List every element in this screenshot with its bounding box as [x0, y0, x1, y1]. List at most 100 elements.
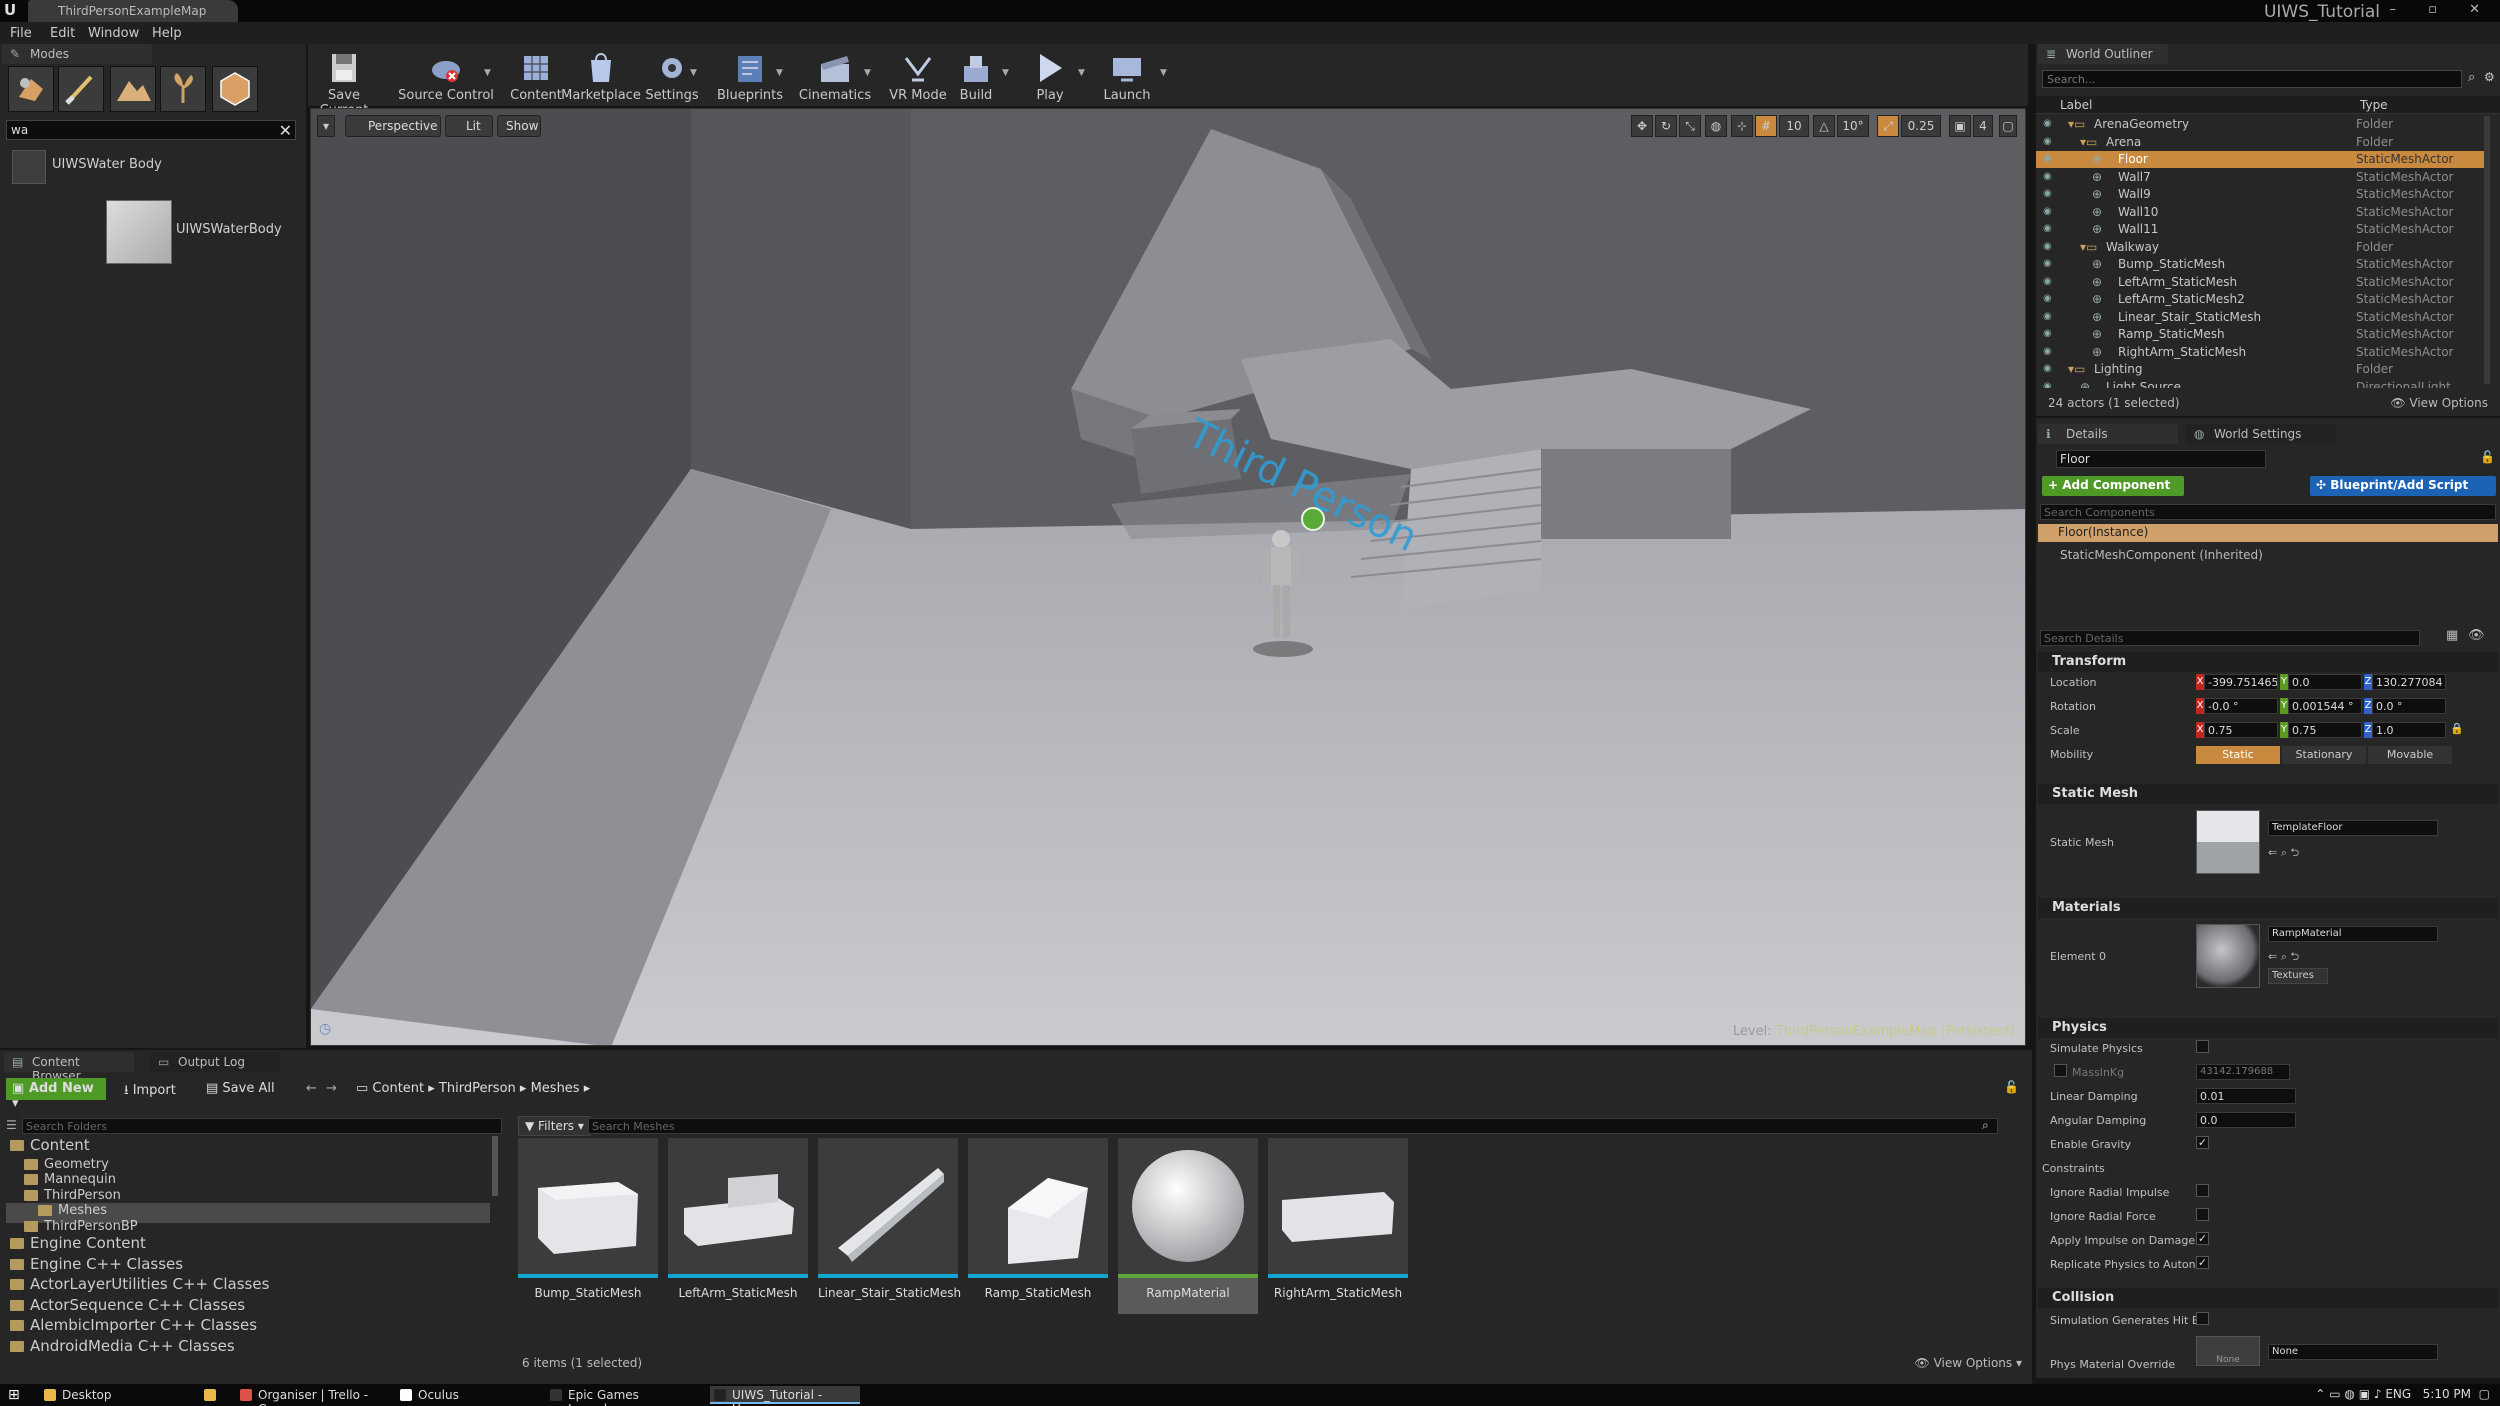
rotation-snap-value[interactable]: 10°: [1837, 115, 1869, 137]
camera-speed-icon[interactable]: ▣: [1949, 115, 1971, 137]
property-matrix-icon[interactable]: ▦: [2446, 628, 2458, 643]
visibility-eye-icon[interactable]: ◉: [2043, 328, 2052, 339]
outliner-row[interactable]: ◉ ▾▭ Lighting Folder: [2036, 361, 2484, 378]
visibility-eye-icon[interactable]: ◉: [2043, 153, 2052, 164]
visibility-eye-icon[interactable]: ◉: [2043, 136, 2052, 147]
breadcrumb-thirdperson[interactable]: ThirdPerson: [439, 1081, 516, 1096]
ignore-radial-impulse-checkbox[interactable]: [2196, 1184, 2209, 1197]
taskbar-app[interactable]: [200, 1386, 228, 1404]
folder-tree-item[interactable]: AlembicImporter C++ Classes: [6, 1316, 490, 1336]
outliner-row[interactable]: ◉ ⊕ LeftArm_StaticMesh2 StaticMeshActor: [2036, 291, 2484, 308]
visibility-eye-icon[interactable]: ◉: [2043, 293, 2052, 304]
constraints-label[interactable]: Constraints: [2042, 1162, 2105, 1175]
mass-field[interactable]: 43142.179688: [2196, 1064, 2290, 1080]
search-components-input[interactable]: Search Components: [2040, 504, 2496, 520]
folder-tree-item[interactable]: ActorLayerUtilities C++ Classes: [6, 1275, 490, 1295]
location-y-field[interactable]: 0.0: [2288, 674, 2362, 690]
history-forward-icon[interactable]: →: [320, 1078, 343, 1100]
menu-edit[interactable]: Edit: [50, 26, 75, 41]
rotation-y-field[interactable]: 0.001544 °: [2288, 698, 2362, 714]
visibility-eye-icon[interactable]: ◉: [2043, 188, 2052, 199]
play-button[interactable]: Play: [1020, 44, 1080, 106]
phys-material-thumbnail[interactable]: None: [2196, 1336, 2260, 1366]
outliner-row[interactable]: ◉ ▾▭ Arena Folder: [2036, 134, 2484, 151]
tray-icons[interactable]: ⌃ ▭ ◍ ▣ ♪: [2315, 1387, 2385, 1401]
tray-clock[interactable]: 5:10 PM: [2423, 1387, 2471, 1401]
static-mesh-thumbnail[interactable]: [2196, 810, 2260, 874]
angular-damping-field[interactable]: 0.0: [2196, 1112, 2296, 1128]
add-component-button[interactable]: + Add Component: [2042, 476, 2184, 496]
blueprints-dropdown-icon[interactable]: ▼: [776, 68, 783, 78]
apply-impulse-checkbox[interactable]: ✓: [2196, 1232, 2209, 1245]
rotation-label[interactable]: Rotation: [2050, 700, 2096, 713]
outliner-row[interactable]: ◉ ⊕ Wall7 StaticMeshActor: [2036, 169, 2484, 186]
visibility-eye-icon[interactable]: ◉: [2043, 258, 2052, 269]
search-details-input[interactable]: Search Details: [2040, 630, 2420, 646]
material-dropdown[interactable]: RampMaterial: [2268, 926, 2438, 942]
mobility-static-button[interactable]: Static: [2196, 746, 2280, 764]
window-controls[interactable]: – ▫ ✕: [2390, 2, 2494, 17]
outliner-row[interactable]: ◉ ▾▭ Walkway Folder: [2036, 239, 2484, 256]
taskbar-app[interactable]: UIWS_Tutorial - Unrea...: [710, 1386, 860, 1406]
camera-speed-value[interactable]: 4: [1973, 115, 1993, 137]
tab-content-browser[interactable]: ▤ Content Browser: [4, 1052, 134, 1083]
outliner-scrollbar[interactable]: [2484, 116, 2490, 384]
static-mesh-asset-tile[interactable]: RightArm_StaticMesh: [1268, 1138, 1408, 1314]
mobility-stationary-button[interactable]: Stationary: [2282, 746, 2366, 764]
import-button[interactable]: ⭳ Import: [118, 1078, 182, 1100]
physics-section-header[interactable]: Physics: [2038, 1018, 2498, 1038]
foliage-mode-button[interactable]: [160, 66, 206, 112]
enable-gravity-checkbox[interactable]: ✓: [2196, 1136, 2209, 1149]
viewport-options-icon[interactable]: ▾: [317, 115, 335, 137]
folder-tree-item[interactable]: Engine Content: [6, 1234, 490, 1254]
build-button[interactable]: Build: [948, 44, 1004, 106]
rotation-x-field[interactable]: -0.0 °: [2204, 698, 2278, 714]
menu-help[interactable]: Help: [152, 26, 182, 41]
taskbar-app[interactable]: Desktop: [40, 1386, 180, 1404]
column-type[interactable]: Type: [2360, 98, 2388, 112]
replicate-physics-checkbox[interactable]: ✓: [2196, 1256, 2209, 1269]
folder-tree-item[interactable]: Engine C++ Classes: [6, 1255, 490, 1275]
water-body-item-label[interactable]: UIWSWater Body: [52, 157, 162, 172]
visibility-eye-icon[interactable]: ◉: [2043, 276, 2052, 287]
launch-button[interactable]: Launch: [1094, 44, 1160, 106]
static-mesh-browse-icons[interactable]: ⇐ ⌕ ⮌: [2268, 844, 2299, 863]
scale-snap-icon[interactable]: ⤢: [1877, 115, 1899, 137]
outliner-row[interactable]: ◉ ▾▭ ArenaGeometry Folder: [2036, 116, 2484, 133]
lock-icon[interactable]: 🔓: [2480, 450, 2495, 464]
static-mesh-asset-tile[interactable]: Bump_StaticMesh: [518, 1138, 658, 1314]
location-z-field[interactable]: 130.277084: [2372, 674, 2446, 690]
tab-world-outliner[interactable]: ≣ World Outliner: [2038, 44, 2168, 64]
visibility-eye-icon[interactable]: ◉: [2043, 223, 2052, 234]
menu-window[interactable]: Window: [88, 26, 139, 41]
location-label[interactable]: Location: [2050, 676, 2097, 689]
viewport-scene[interactable]: Third Person: [311, 109, 2026, 1046]
settings-button[interactable]: Settings: [636, 44, 708, 106]
materials-section-header[interactable]: Materials: [2038, 898, 2498, 918]
material-browse-icons[interactable]: ⇐ ⌕ ⮌: [2268, 948, 2299, 967]
scale-tool-icon[interactable]: ⤡: [1679, 115, 1701, 137]
add-new-button[interactable]: ▣ Add New ▾: [6, 1078, 106, 1111]
outliner-row[interactable]: ◉ ⊕ Ramp_StaticMesh StaticMeshActor: [2036, 326, 2484, 343]
rotation-snap-icon[interactable]: △: [1813, 115, 1835, 137]
outliner-row[interactable]: ◉ ⊕ Wall11 StaticMeshActor: [2036, 221, 2484, 238]
taskbar-app[interactable]: Organiser | Trello - Go...: [236, 1386, 386, 1406]
surface-snap-icon[interactable]: ⊹: [1731, 115, 1753, 137]
perspective-button[interactable]: Perspective: [345, 115, 441, 137]
material-thumbnail[interactable]: [2196, 924, 2260, 988]
column-label[interactable]: Label: [2060, 98, 2092, 112]
folder-tree-scrollbar[interactable]: [492, 1136, 498, 1196]
settings-dropdown-icon[interactable]: ▼: [690, 68, 697, 78]
visibility-eye-icon[interactable]: ◉: [2043, 346, 2052, 357]
collision-section-header[interactable]: Collision: [2038, 1288, 2498, 1308]
scale-x-field[interactable]: 0.75: [2204, 722, 2278, 738]
folder-tree-item[interactable]: Content: [6, 1136, 490, 1156]
rotate-tool-icon[interactable]: ↻: [1655, 115, 1677, 137]
modes-search-input[interactable]: wa: [6, 120, 296, 140]
scale-label[interactable]: Scale: [2050, 724, 2080, 737]
sim-generates-hit-checkbox[interactable]: [2196, 1312, 2209, 1325]
translate-tool-icon[interactable]: ✥: [1631, 115, 1653, 137]
folder-tree-item[interactable]: ActorSequence C++ Classes: [6, 1296, 490, 1316]
scale-lock-icon[interactable]: 🔒: [2450, 722, 2464, 735]
launch-dropdown-icon[interactable]: ▼: [1160, 68, 1167, 78]
